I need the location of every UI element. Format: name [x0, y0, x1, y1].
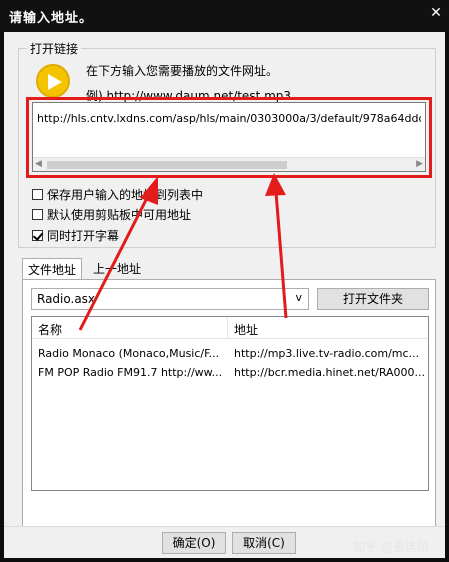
- list-item-address: http://mp3.live.tv-radio.com/mc...: [234, 347, 420, 360]
- tab-file-address[interactable]: 文件地址: [22, 258, 83, 279]
- tab-previous-address[interactable]: 上一地址: [88, 258, 146, 279]
- hint-text: 在下方输入您需要播放的文件网址。: [86, 64, 279, 78]
- checkbox-box[interactable]: [32, 209, 43, 220]
- checkbox-label: 保存用户输入的地址到列表中: [47, 188, 204, 202]
- ok-button[interactable]: 确定(O): [162, 532, 226, 554]
- close-icon[interactable]: ✕: [429, 6, 443, 20]
- tab-panel: Radio.asx v 打开文件夹 名称 地址 Radio Monaco (Mo…: [22, 279, 436, 527]
- watermark: 知乎 @星选陪: [353, 540, 429, 554]
- list-header: 名称 地址: [32, 317, 428, 339]
- list-item-name: FM POP Radio FM91.7 http://ww...: [38, 366, 223, 379]
- group-title: 打开链接: [27, 40, 82, 57]
- checkbox-use-clipboard[interactable]: 默认使用剪贴板中可用地址: [32, 206, 191, 223]
- file-combo[interactable]: Radio.asx v: [31, 288, 309, 310]
- play-icon: [36, 64, 70, 98]
- file-list[interactable]: 名称 地址 Radio Monaco (Monaco,Music/F... ht…: [31, 316, 429, 491]
- window-title: 请输入地址。: [9, 11, 94, 26]
- checkbox-label: 同时打开字幕: [47, 229, 120, 243]
- checkbox-save-to-list[interactable]: 保存用户输入的地址到列表中: [32, 186, 203, 203]
- list-item-address: http://bcr.media.hinet.net/RA000...: [234, 366, 424, 379]
- title-bar: 请输入地址。 ✕: [0, 0, 449, 32]
- dialog-body: 打开链接 在下方输入您需要播放的文件网址。 例) http://www.daum…: [4, 32, 445, 558]
- column-header-address[interactable]: 地址: [234, 321, 258, 338]
- checkbox-label: 默认使用剪贴板中可用地址: [47, 208, 192, 222]
- list-item[interactable]: Radio Monaco (Monaco,Music/F... http://m…: [32, 344, 428, 364]
- column-header-name[interactable]: 名称: [38, 321, 62, 338]
- column-divider[interactable]: [227, 317, 228, 339]
- cancel-button[interactable]: 取消(C): [232, 532, 296, 554]
- checkbox-box[interactable]: [32, 230, 43, 241]
- file-combo-value: Radio.asx: [37, 292, 96, 306]
- annotation-highlight-box: [26, 97, 432, 178]
- button-bar: 确定(O) 取消(C) 知乎 @星选陪: [4, 526, 445, 558]
- checkbox-open-subtitles[interactable]: 同时打开字幕: [32, 227, 119, 244]
- list-item[interactable]: FM POP Radio FM91.7 http://ww... http://…: [32, 363, 428, 383]
- open-folder-button[interactable]: 打开文件夹: [317, 288, 429, 310]
- checkbox-box[interactable]: [32, 189, 43, 200]
- list-item-name: Radio Monaco (Monaco,Music/F...: [38, 347, 220, 360]
- chevron-down-icon[interactable]: v: [295, 291, 302, 304]
